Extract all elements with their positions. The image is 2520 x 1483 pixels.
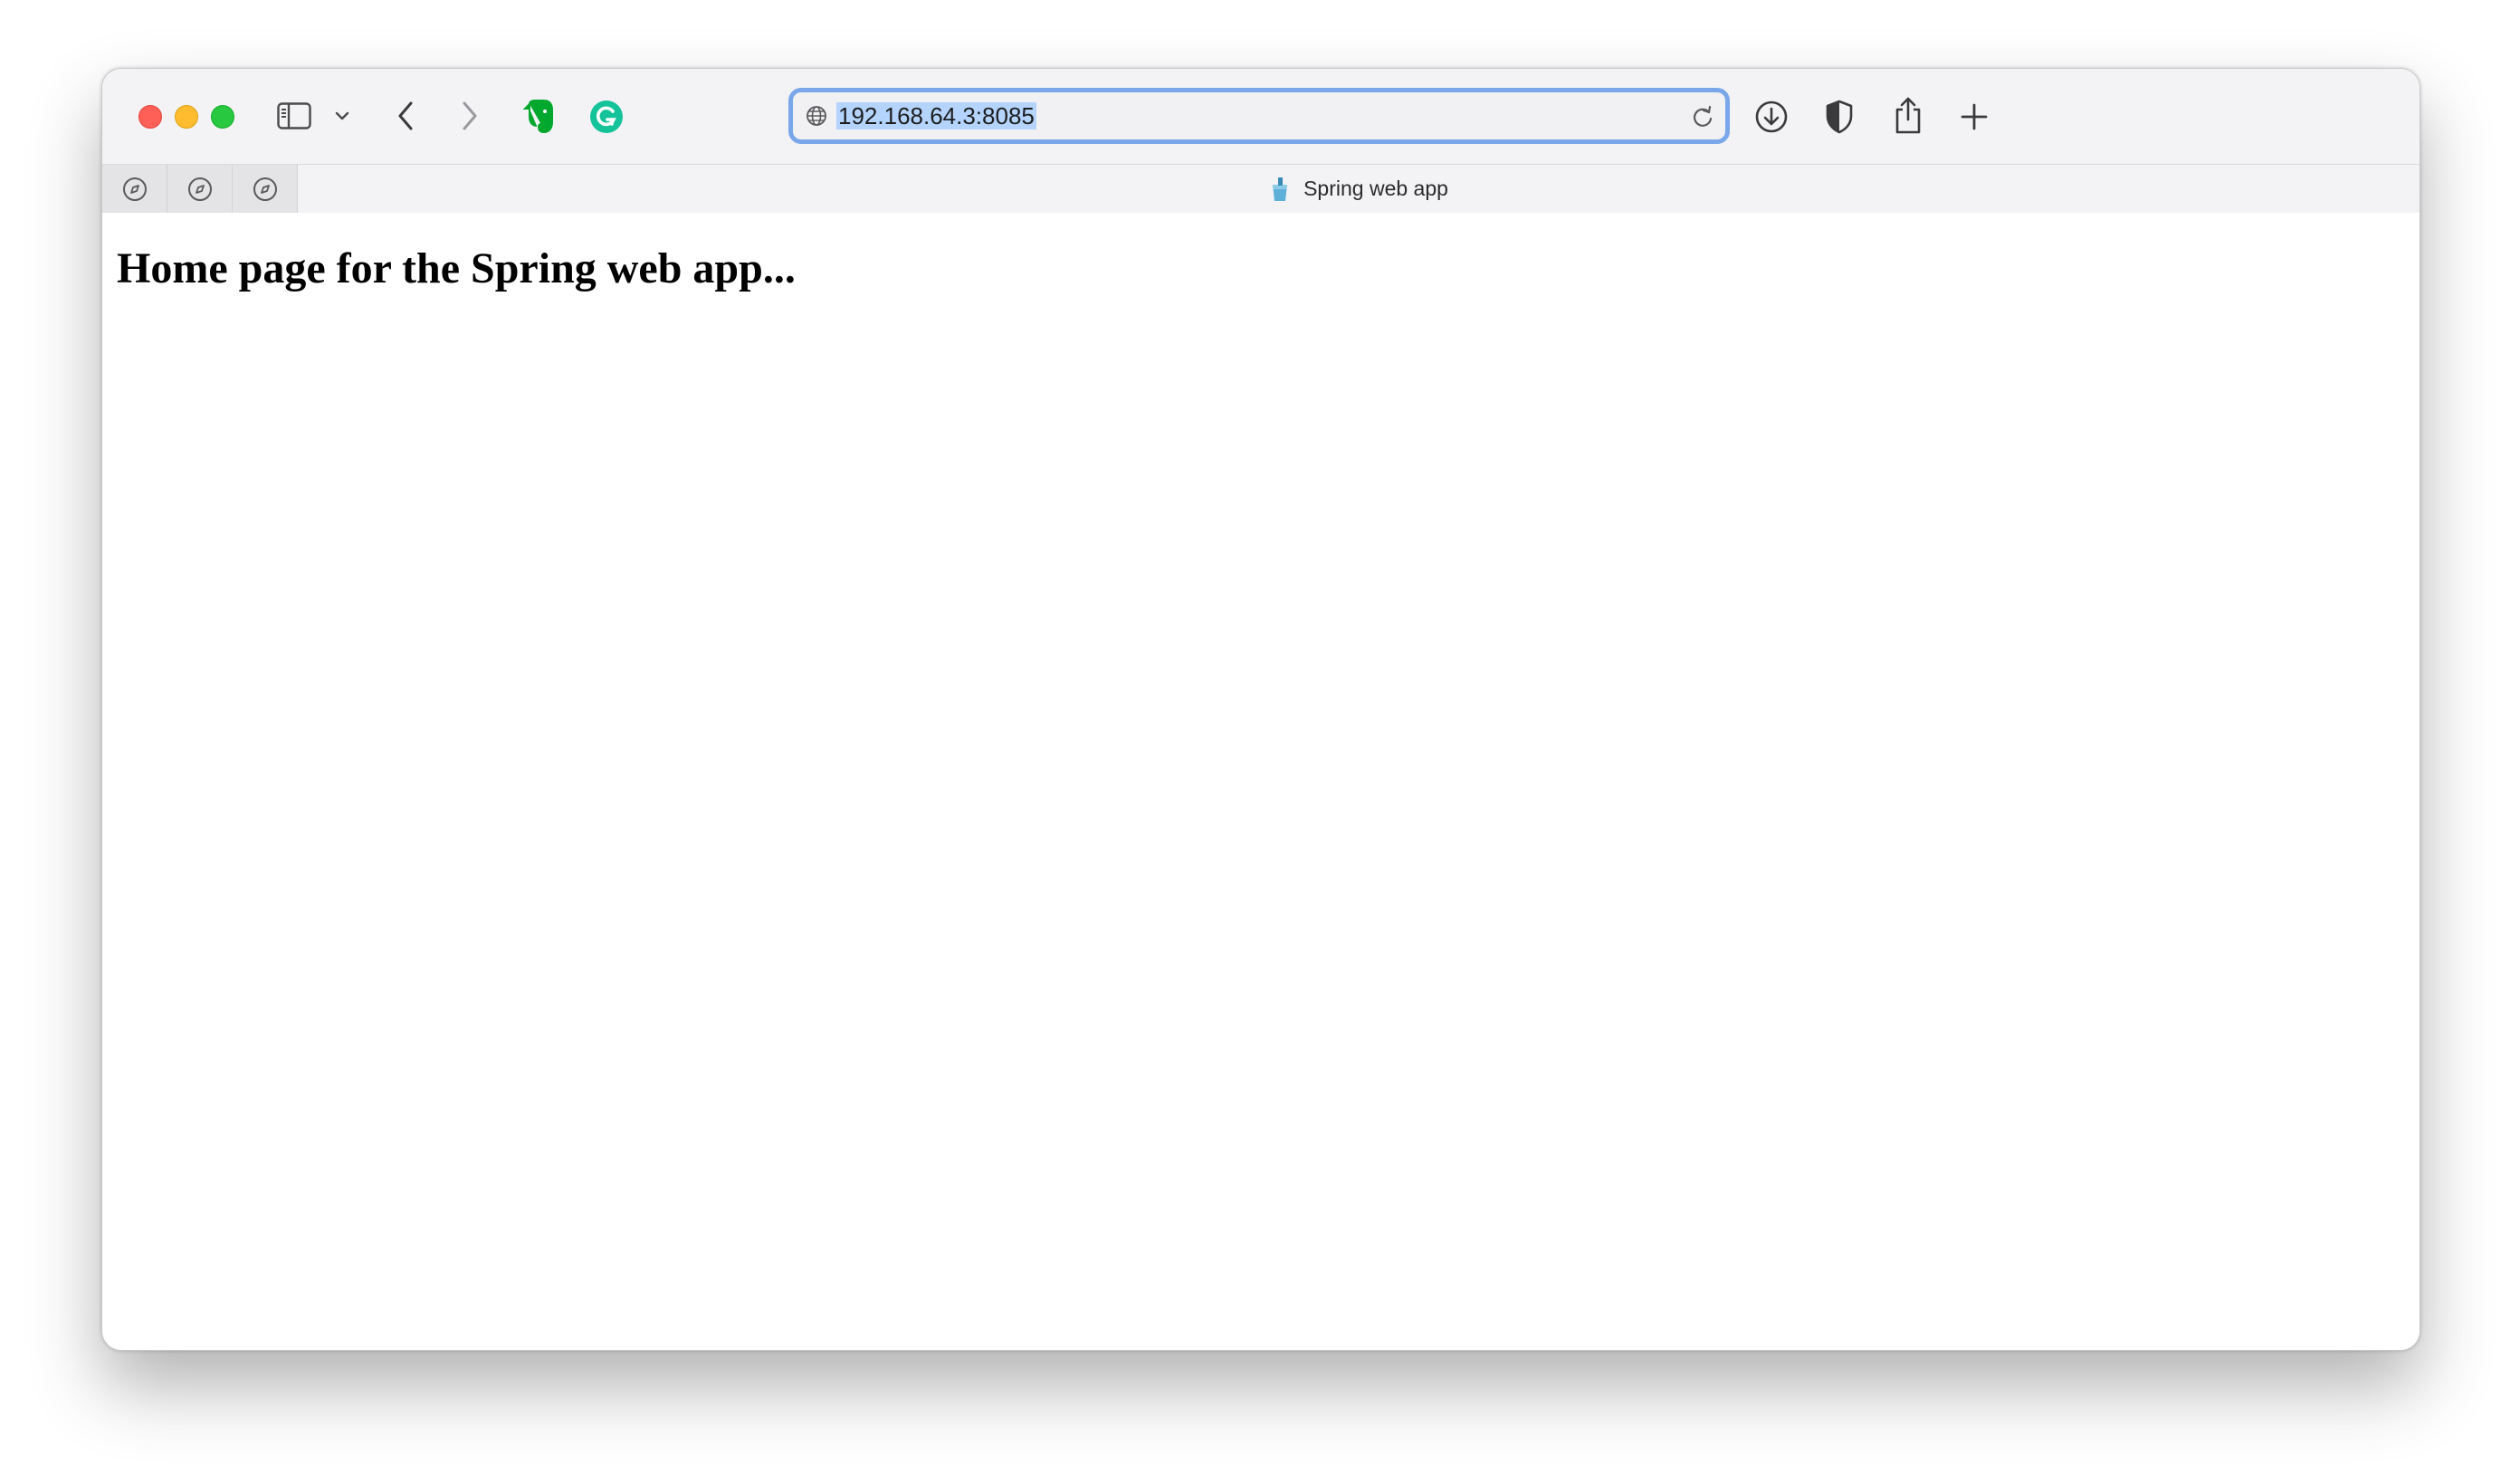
minimize-window-button[interactable] <box>175 105 198 129</box>
reload-button[interactable] <box>1691 105 1714 133</box>
forward-button[interactable] <box>456 99 483 133</box>
evernote-icon <box>522 100 553 134</box>
share-icon <box>1895 97 1921 134</box>
compass-icon <box>122 177 147 201</box>
close-window-button[interactable] <box>138 105 162 129</box>
browser-toolbar: 192.168.64.3:8085 <box>102 69 2420 164</box>
tab-spring-web-app[interactable]: Spring web app <box>298 165 2420 213</box>
maximize-window-button[interactable] <box>211 105 234 129</box>
shield-icon <box>1826 100 1853 134</box>
chevron-down-icon <box>335 111 349 120</box>
plus-icon <box>1961 103 1988 130</box>
pinned-tab-2[interactable] <box>167 165 233 213</box>
privacy-report-button[interactable] <box>1821 98 1857 136</box>
download-icon <box>1755 100 1788 133</box>
chevron-left-icon <box>398 101 413 130</box>
web-content: Home page for the Spring web app... <box>102 213 2420 1350</box>
sidebar-toggle-button[interactable] <box>276 100 312 131</box>
compass-icon <box>253 177 277 201</box>
tab-title: Spring web app <box>1303 177 1448 200</box>
new-tab-button[interactable] <box>1957 100 1991 134</box>
sidebar-icon <box>277 102 311 129</box>
favicon-icon <box>1273 177 1288 201</box>
pinned-tab-1[interactable] <box>102 165 167 213</box>
compass-icon <box>187 177 212 201</box>
pinned-tab-3[interactable] <box>233 165 298 213</box>
url-text[interactable]: 192.168.64.3:8085 <box>836 102 1036 129</box>
grammarly-extension-button[interactable] <box>588 99 625 135</box>
downloads-button[interactable] <box>1753 99 1790 135</box>
page-heading: Home page for the Spring web app... <box>117 244 796 292</box>
back-button[interactable] <box>392 99 419 133</box>
share-button[interactable] <box>1890 94 1926 136</box>
tab-bar: Spring web app <box>102 164 2420 213</box>
address-bar[interactable]: 192.168.64.3:8085 <box>788 88 1730 144</box>
sidebar-menu-chevron[interactable] <box>334 109 350 123</box>
evernote-extension-button[interactable] <box>520 98 557 136</box>
grammarly-icon <box>590 100 623 133</box>
browser-window: 192.168.64.3:8085 Spring web app Home pa… <box>101 68 2420 1351</box>
chevron-right-icon <box>463 101 477 130</box>
globe-icon <box>807 106 826 126</box>
reload-icon <box>1693 105 1713 127</box>
